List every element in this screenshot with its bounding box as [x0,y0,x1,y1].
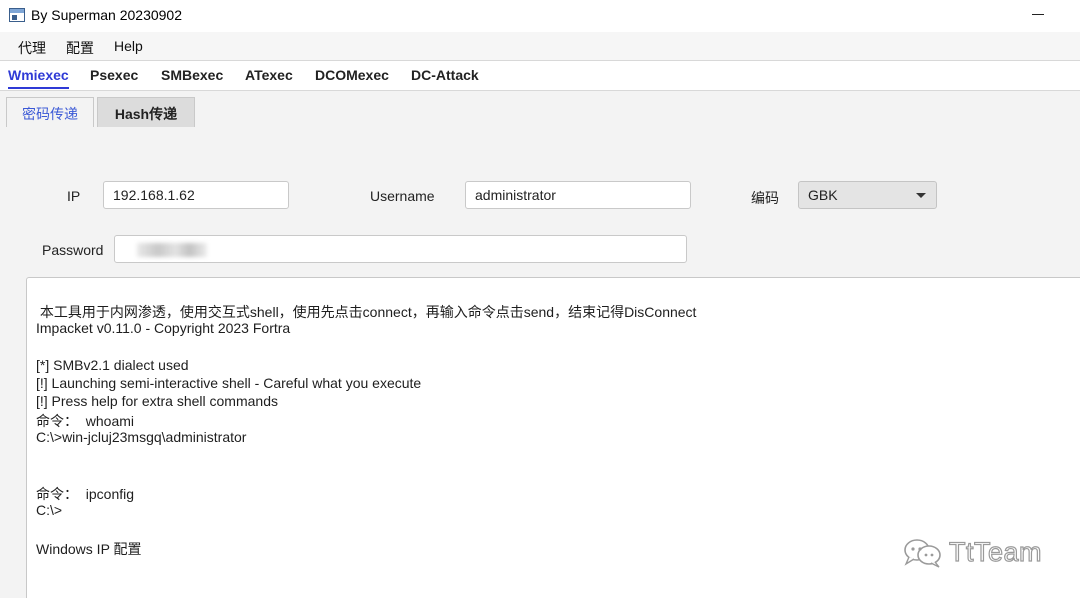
console-line: 本工具用于内网渗透，使用交互式shell，使用先点击connect，再输入命令点… [36,304,697,320]
console-line: Impacket v0.11.0 - Copyright 2023 Fortra [36,320,291,337]
password-field[interactable] [114,235,687,263]
username-label: Username [370,188,435,204]
console-line: [!] Press help for extra shell commands [36,393,278,409]
redacted-password [137,243,207,257]
auth-mode-tab-bar: 密码传递 Hash传递 [0,91,1080,127]
tab-dc-attack[interactable]: DC-Attack [411,67,479,87]
console-line: [*] SMBv2.1 dialect used [36,356,189,373]
ip-field[interactable]: 192.168.1.62 [103,181,289,209]
tab-hash-pass[interactable]: Hash传递 [97,97,195,127]
chat-bubbles-icon [904,539,941,568]
username-field[interactable]: administrator [465,181,691,209]
chevron-down-icon [916,193,926,198]
console-line: 命令： ipconfig [36,486,135,502]
tab-atexec[interactable]: ATexec [245,67,293,87]
tab-smbexec[interactable]: SMBexec [161,67,223,87]
console-line: C:\>win-jcluj23msgq\administrator [36,429,247,446]
ip-label: IP [67,188,81,204]
minimize-button[interactable] [1022,2,1056,28]
password-label: Password [42,242,104,258]
console-line: 命令： whoami [36,413,135,430]
menu-item-config[interactable]: 配置 [64,38,96,58]
console-line: Windows IP 配置 [36,540,142,557]
menu-item-help[interactable]: Help [112,38,145,54]
window-title: By Superman 20230902 [31,7,182,23]
menu-bar: 代理 配置 Help [0,32,1080,60]
encoding-label: 编码 [751,190,779,206]
watermark-text: TtTeam [948,536,1043,567]
menu-item-proxy[interactable]: 代理 [16,38,48,58]
console-line: C:\> [36,502,63,519]
app-window-icon [9,8,25,22]
attack-tab-bar: Wmiexec Psexec SMBexec ATexec DCOMexec D… [0,60,1080,91]
encoding-selected-value: GBK [808,187,838,203]
title-bar: By Superman 20230902 [0,0,1080,32]
tab-wmiexec[interactable]: Wmiexec [8,67,69,89]
encoding-select[interactable]: GBK [798,181,937,209]
tab-dcomexec[interactable]: DCOMexec [315,67,389,87]
tab-password-pass[interactable]: 密码传递 [6,97,94,127]
tab-psexec[interactable]: Psexec [90,67,138,87]
console-line: [!] Launching semi-interactive shell - C… [36,374,422,391]
